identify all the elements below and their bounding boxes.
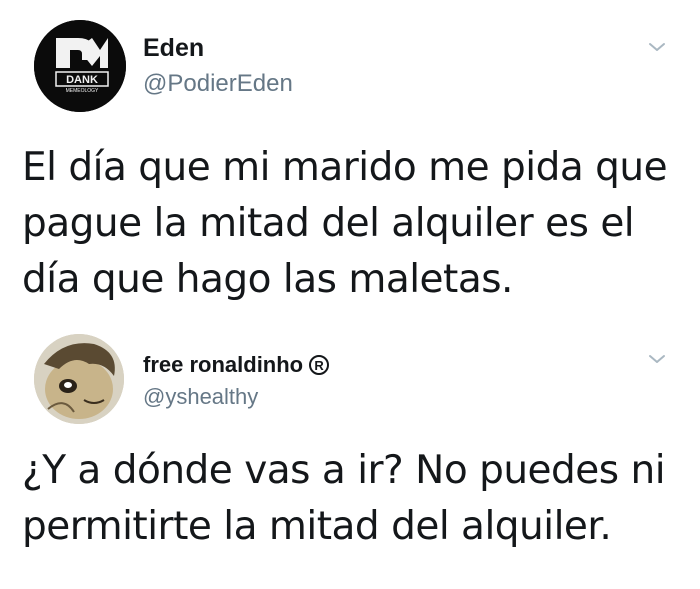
dank-memeology-logo-icon: DANK MEMEOLOGY (34, 20, 126, 112)
registered-badge-icon: R (309, 355, 330, 375)
tweet: free ronaldinho R @yshealthy ¿Y a dónde … (0, 322, 700, 589)
anime-character-avatar-icon (34, 334, 124, 424)
logo-subtext: MEMEOLOGY (66, 88, 99, 94)
display-name[interactable]: free ronaldinho R (143, 352, 330, 378)
display-name[interactable]: Eden (143, 34, 204, 63)
chevron-down-icon[interactable] (648, 352, 666, 370)
avatar[interactable]: DANK MEMEOLOGY (34, 20, 126, 112)
tweet-text: ¿Y a dónde vas a ir? No puedes ni permit… (22, 448, 666, 549)
logo-text: DANK (66, 74, 98, 86)
avatar[interactable] (34, 334, 124, 424)
user-handle[interactable]: @yshealthy (143, 384, 258, 410)
tweet: DANK MEMEOLOGY Eden @PodierEden El día q… (0, 0, 700, 322)
chevron-down-icon[interactable] (648, 40, 666, 58)
tweet-text: El día que mi marido me pida que pague l… (22, 145, 668, 302)
display-name-text: free ronaldinho (143, 352, 304, 377)
user-handle[interactable]: @PodierEden (143, 70, 293, 98)
